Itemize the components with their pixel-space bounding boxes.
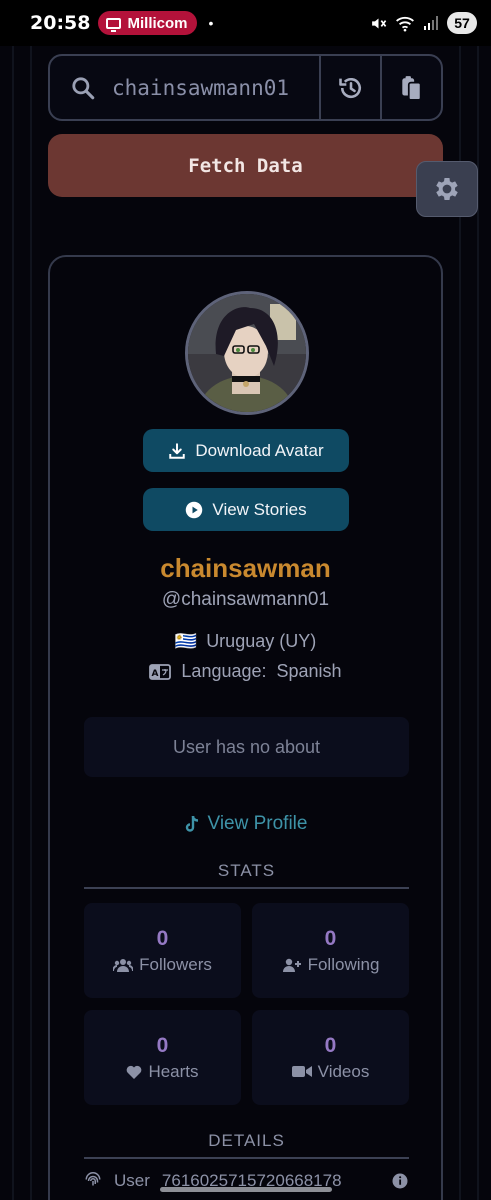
view-profile-link[interactable]: View Profile [50, 813, 441, 835]
monitor-icon [106, 17, 122, 32]
video-icon [291, 1066, 312, 1077]
fetch-data-button[interactable]: Fetch Data [48, 134, 443, 197]
heart-icon [127, 1065, 142, 1079]
country-label: Uruguay (UY) [206, 631, 317, 651]
search-bar [48, 54, 443, 121]
background-stripe [12, 46, 14, 1200]
download-avatar-button[interactable]: Download Avatar [143, 429, 349, 472]
play-circle-icon [186, 501, 203, 518]
username-handle: @chainsawmann01 [161, 589, 330, 610]
stat-label-row: Hearts [126, 1061, 199, 1082]
search-input[interactable] [112, 75, 312, 100]
flag-icon: 🇺🇾 [174, 631, 198, 651]
stat-value: 0 [324, 926, 337, 950]
download-icon [169, 442, 186, 459]
language-label: Language: [181, 661, 267, 681]
stat-label-row: Videos [291, 1061, 370, 1082]
background-stripe [30, 46, 32, 1200]
language-value: Spanish [276, 661, 342, 681]
stat-value: 0 [156, 1033, 169, 1057]
details-divider [84, 1157, 409, 1159]
battery-indicator: 57 [447, 12, 477, 34]
stat-followers: 0 Followers [84, 903, 241, 998]
wifi-icon [396, 16, 414, 31]
search-field-wrapper [50, 56, 319, 119]
stat-value: 0 [324, 1033, 337, 1057]
clipboard-icon [401, 75, 421, 101]
view-stories-label: View Stories [212, 499, 307, 519]
paste-button[interactable] [380, 56, 441, 119]
carrier-badge: Millicom [98, 11, 197, 35]
stat-label: Followers [139, 954, 212, 974]
svg-text:A: A [152, 669, 159, 679]
download-avatar-label: Download Avatar [195, 440, 324, 460]
background-stripe [477, 46, 479, 1200]
background-stripe [459, 46, 461, 1200]
stat-label: Hearts [148, 1061, 199, 1081]
carrier-name: Millicom [127, 14, 188, 32]
tiktok-icon [185, 815, 198, 832]
gear-icon [436, 178, 458, 200]
status-bar: 20:58 Millicom • 57 [0, 0, 491, 46]
history-icon [338, 77, 361, 98]
language-row: A Language: Spanish [50, 661, 441, 682]
stat-label: Following [307, 954, 380, 974]
language-icon: A [149, 663, 172, 680]
stat-following: 0 Following [252, 903, 409, 998]
stat-value: 0 [156, 926, 169, 950]
stat-label-row: Following [282, 954, 380, 975]
notification-dot: • [208, 15, 214, 31]
home-indicator[interactable] [160, 1187, 332, 1192]
detail-label: User [114, 1171, 150, 1190]
settings-button[interactable] [416, 161, 478, 217]
status-icons: 57 [370, 12, 477, 34]
status-time: 20:58 [30, 12, 91, 34]
signal-icon [424, 16, 438, 30]
stat-label-row: Followers [113, 955, 212, 975]
user-plus-icon [282, 958, 301, 972]
display-name: chainsawman [160, 553, 331, 583]
stat-hearts: 0 Hearts [84, 1010, 241, 1105]
stats-heading: STATS [217, 861, 276, 880]
stat-videos: 0 Videos [252, 1010, 409, 1105]
profile-card: Download Avatar View Stories chainsawman… [48, 255, 443, 1200]
history-button[interactable] [319, 56, 380, 119]
view-stories-button[interactable]: View Stories [143, 488, 349, 531]
stats-divider [84, 887, 409, 889]
fingerprint-icon [85, 1172, 101, 1186]
mute-icon [372, 18, 387, 28]
info-icon[interactable] [391, 1172, 409, 1190]
country-row: 🇺🇾 Uruguay (UY) [50, 631, 441, 652]
users-icon [113, 958, 134, 972]
stat-label: Videos [317, 1061, 370, 1081]
about-box: User has no about [84, 717, 409, 777]
search-icon [72, 76, 95, 99]
avatar-image [188, 294, 306, 412]
view-profile-label: View Profile [207, 813, 308, 834]
avatar [185, 291, 309, 415]
details-heading: DETAILS [208, 1131, 285, 1150]
